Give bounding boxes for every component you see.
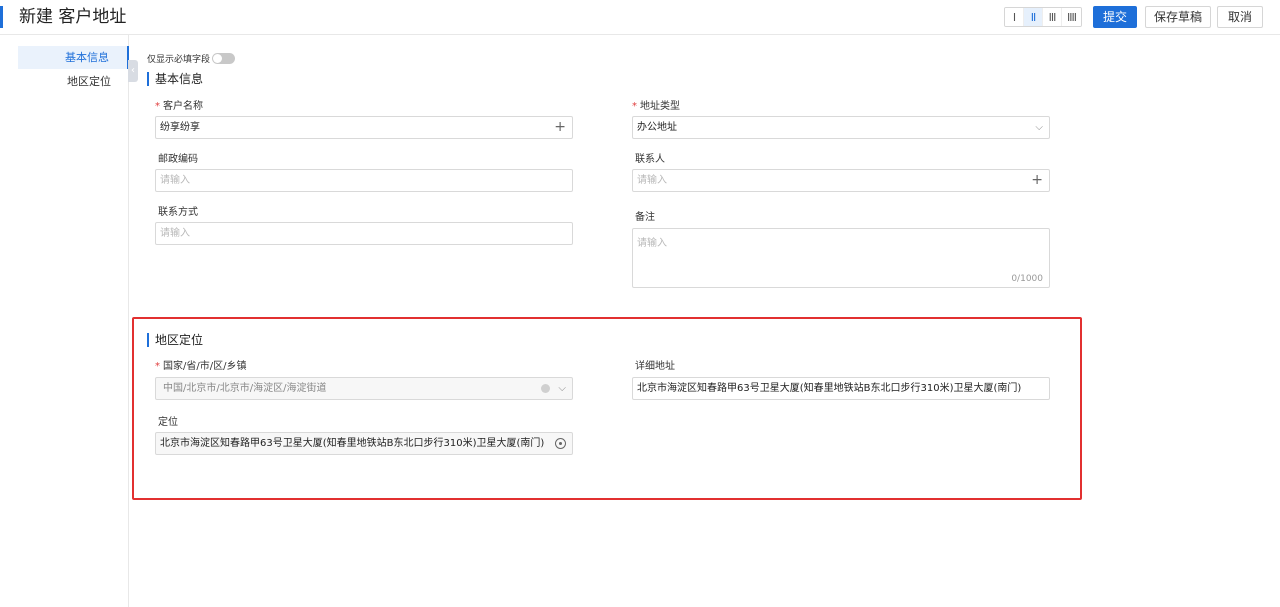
region-label: * 国家/省/市/区/乡镇 [155, 361, 247, 372]
required-only-switch[interactable] [212, 53, 236, 64]
required-asterisk: * [155, 101, 160, 112]
section-nav: 基本信息 地区定位 ‹ [0, 35, 138, 607]
customer-name-field[interactable]: 纷享纷享 + [155, 116, 573, 139]
required-only-label: 仅显示必填字段 [147, 55, 211, 65]
remark-label: 备注 [635, 212, 655, 223]
save-draft-button[interactable]: 保存草稿 [1145, 6, 1211, 28]
required-only-toggle-row: 仅显示必填字段 [147, 52, 236, 65]
postal-code-label: 邮政编码 [158, 154, 198, 165]
add-contact-icon[interactable]: + [1031, 170, 1043, 191]
switch-knob [213, 54, 223, 63]
remark-char-counter: 0/1000 [1011, 274, 1043, 284]
remark-textarea[interactable]: 请输入 0/1000 [632, 228, 1050, 288]
region-cascader[interactable]: 中国/北京市/北京市/海淀区/海淀街道 ⌵ [155, 377, 573, 400]
layout-3-column-button[interactable]: III [1043, 8, 1062, 26]
contact-method-field[interactable]: 请输入 [155, 222, 573, 245]
basic-info-section-title: 基本信息 [147, 72, 203, 86]
locate-icon[interactable] [555, 438, 566, 449]
nav-item-basic-info[interactable]: 基本信息 [18, 46, 129, 69]
location-highlight-box [132, 317, 1082, 500]
page-header: 新建 客户地址 I II III IIII 提交 保存草稿 取消 [0, 0, 1280, 35]
required-asterisk: * [632, 101, 637, 112]
chevron-down-icon: ⌵ [1035, 122, 1043, 133]
address-type-select[interactable]: 办公地址 ⌵ [632, 116, 1050, 139]
nav-item-location[interactable]: 地区定位 [18, 70, 129, 93]
column-layout-toggle: I II III IIII [1004, 7, 1082, 27]
contact-label: 联系人 [635, 154, 665, 165]
title-accent-bar [0, 6, 3, 28]
positioning-label: 定位 [158, 417, 178, 428]
detail-address-label: 详细地址 [635, 361, 675, 372]
address-type-label: * 地址类型 [632, 101, 680, 112]
chevron-down-icon: ⌵ [558, 383, 566, 394]
location-section-title: 地区定位 [147, 333, 203, 347]
postal-code-field[interactable]: 请输入 [155, 169, 573, 192]
page-title: 新建 客户地址 [19, 7, 127, 27]
add-customer-icon[interactable]: + [554, 117, 566, 138]
cancel-button[interactable]: 取消 [1217, 6, 1263, 28]
collapse-sidebar-icon[interactable]: ‹ [128, 60, 138, 82]
clear-icon[interactable] [541, 384, 550, 393]
required-asterisk: * [155, 361, 160, 372]
detail-address-field[interactable]: 北京市海淀区知春路甲63号卫星大厦(知春里地铁站B东北口步行310米)卫星大厦(… [632, 377, 1050, 400]
positioning-field[interactable]: 北京市海淀区知春路甲63号卫星大厦(知春里地铁站B东北口步行310米)卫星大厦(… [155, 432, 573, 455]
layout-1-column-button[interactable]: I [1005, 8, 1024, 26]
contact-field[interactable]: 请输入 + [632, 169, 1050, 192]
layout-4-column-button[interactable]: IIII [1062, 8, 1081, 26]
submit-button[interactable]: 提交 [1093, 6, 1137, 28]
contact-method-label: 联系方式 [158, 207, 198, 218]
layout-2-column-button[interactable]: II [1024, 8, 1043, 26]
customer-name-label: * 客户名称 [155, 101, 203, 112]
